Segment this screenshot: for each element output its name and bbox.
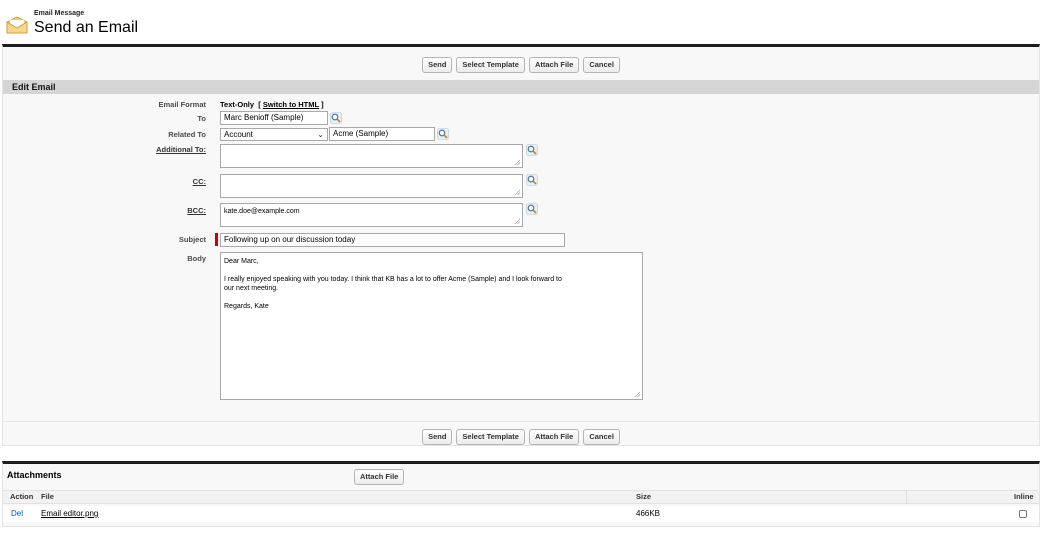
body-label: Body	[187, 254, 206, 263]
column-header-action: Action	[10, 492, 34, 501]
cc-label[interactable]: CC:	[6, 177, 206, 186]
attachment-file-link[interactable]: Email editor.png	[41, 506, 98, 522]
additional-to-lookup-icon[interactable]	[526, 144, 538, 156]
envelope-icon	[6, 16, 28, 34]
required-indicator	[215, 233, 218, 246]
cancel-button[interactable]: Cancel	[583, 57, 620, 73]
resize-grip-icon[interactable]	[514, 189, 521, 196]
chevron-down-icon: ⌄	[317, 130, 324, 139]
subject-input[interactable]: Following up on our discussion today	[220, 233, 565, 247]
page-header: Email Message Send an Email	[4, 10, 304, 36]
attachments-table-header: Action File Size Inline	[3, 490, 1039, 504]
attachments-title: Attachments	[7, 470, 62, 480]
select-template-button[interactable]: Select Template	[456, 57, 525, 73]
column-divider	[906, 490, 907, 504]
delete-attachment-link[interactable]: Del	[11, 506, 23, 522]
email-format-current: Text-Only	[220, 100, 255, 109]
select-template-button[interactable]: Select Template	[456, 429, 525, 445]
resize-grip-icon[interactable]	[514, 218, 521, 225]
cc-lookup-icon[interactable]	[526, 174, 538, 186]
related-to-record-input[interactable]: Acme (Sample)	[329, 127, 435, 141]
cancel-button[interactable]: Cancel	[583, 429, 620, 445]
bcc-label[interactable]: BCC:	[6, 206, 206, 215]
top-button-row: Send Select Template Attach File Cancel	[3, 57, 1039, 73]
switch-to-html-link[interactable]: Switch to HTML	[263, 100, 319, 109]
related-to-type-value: Account	[224, 130, 253, 139]
bcc-value: kate.doe@example.com	[224, 208, 300, 215]
additional-to-label[interactable]: Additional To:	[6, 145, 206, 154]
body-line: Dear Marc,	[224, 258, 259, 265]
resize-grip-icon[interactable]	[514, 159, 521, 166]
bracket-open: [	[258, 100, 261, 109]
inline-checkbox[interactable]	[1019, 510, 1027, 518]
column-header-size: Size	[636, 492, 652, 501]
send-button[interactable]: Send	[422, 429, 453, 445]
related-to-type-select[interactable]: Account ⌄	[220, 128, 328, 141]
bracket-close: ]	[321, 100, 324, 109]
attach-file-button[interactable]: Attach File	[528, 57, 580, 73]
related-to-lookup-icon[interactable]	[437, 128, 449, 140]
email-format-value: Text-Only [ Switch to HTML ]	[220, 100, 324, 109]
additional-to-textarea[interactable]	[220, 144, 523, 168]
attachments-block: Attachments Attach File Action File Size…	[2, 461, 1040, 527]
to-lookup-icon[interactable]	[330, 112, 342, 124]
body-line: I really enjoyed speaking with you today…	[224, 276, 562, 283]
attach-file-button[interactable]: Attach File	[528, 429, 580, 445]
to-input[interactable]: Marc Benioff (Sample)	[220, 111, 328, 125]
bcc-lookup-icon[interactable]	[526, 203, 538, 215]
email-edit-block: Send Select Template Attach File Cancel …	[2, 44, 1040, 446]
body-line: Regards, Kate	[224, 303, 269, 310]
to-label: To	[197, 114, 206, 123]
body-textarea[interactable]: Dear Marc, I really enjoyed speaking wit…	[220, 252, 643, 400]
body-line: our next meeting.	[224, 285, 279, 292]
column-header-inline: Inline	[1014, 492, 1034, 501]
related-to-label: Related To	[168, 130, 206, 139]
bcc-textarea[interactable]: kate.doe@example.com	[220, 203, 523, 227]
edit-area: Email Format Text-Only [ Switch to HTML …	[3, 94, 1039, 422]
column-header-file: File	[41, 492, 54, 501]
cc-textarea[interactable]	[220, 174, 523, 198]
attachments-attach-file-button[interactable]: Attach File	[354, 469, 405, 485]
subject-label: Subject	[178, 235, 206, 244]
object-type-label: Email Message	[34, 10, 85, 17]
resize-grip-icon[interactable]	[634, 391, 641, 398]
bottom-button-row: Send Select Template Attach File Cancel	[3, 429, 1039, 445]
attachment-size: 466KB	[636, 509, 661, 518]
section-header: Edit Email	[3, 80, 1039, 94]
page-title: Send an Email	[34, 19, 139, 36]
email-format-label: Email Format	[158, 100, 206, 109]
send-button[interactable]: Send	[422, 57, 453, 73]
table-row: Del Email editor.png 466KB	[3, 506, 1039, 522]
